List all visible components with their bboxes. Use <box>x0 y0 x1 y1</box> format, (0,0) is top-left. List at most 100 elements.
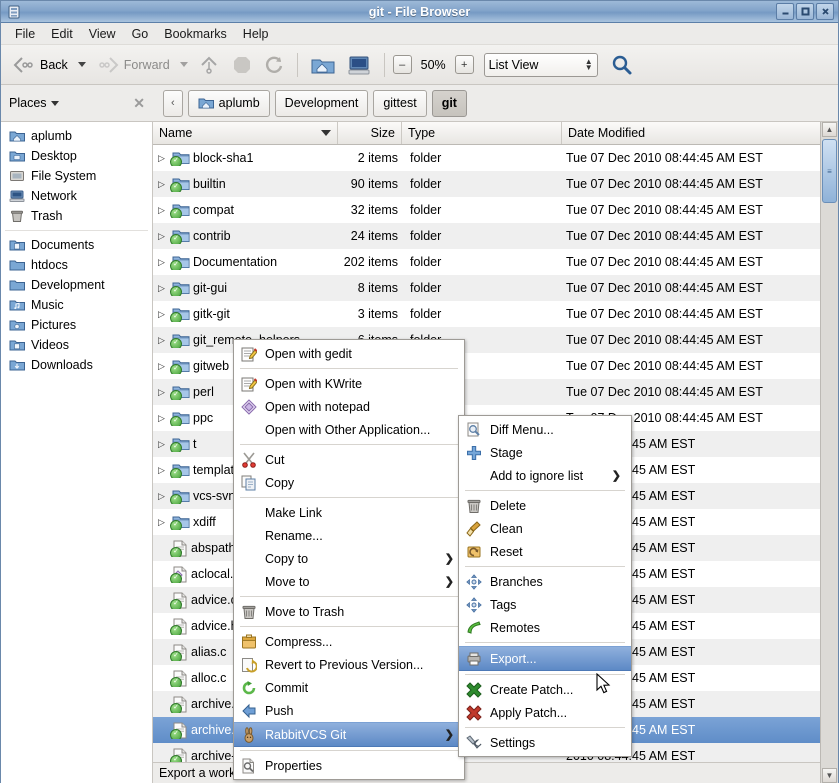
sidebar-item-music[interactable]: Music <box>1 295 152 315</box>
breadcrumb-item-development[interactable]: Development <box>274 89 369 117</box>
git-menu-item-branches[interactable]: Branches <box>459 570 631 593</box>
back-dropdown-icon[interactable] <box>77 62 86 67</box>
expand-triangle-icon[interactable]: ▷ <box>158 179 169 190</box>
menu-item-move-to-trash[interactable]: Move to Trash <box>234 600 464 623</box>
computer-button[interactable] <box>342 52 376 78</box>
forward-dropdown-icon[interactable] <box>179 62 188 67</box>
menu-view[interactable]: View <box>81 25 124 43</box>
menu-item-rabbitvcs-git[interactable]: RabbitVCS Git ❯ <box>234 722 464 747</box>
table-row[interactable]: ▷ ✓ gitk-git 3 items folder Tue 07 Dec 2010 0… <box>153 301 820 327</box>
breadcrumb-item-git[interactable]: git <box>431 89 467 117</box>
stop-button[interactable] <box>227 52 257 78</box>
menu-item-copy[interactable]: Copy <box>234 471 464 494</box>
sidebar-item-downloads[interactable]: Downloads <box>1 355 152 375</box>
menu-item-rename[interactable]: Rename... <box>234 524 464 547</box>
git-menu-item-delete[interactable]: Delete <box>459 494 631 517</box>
sidebar-item-pictures[interactable]: Pictures <box>1 315 152 335</box>
expand-triangle-icon[interactable]: ▷ <box>158 205 169 216</box>
git-menu-item-diff-menu[interactable]: Diff Menu... <box>459 418 631 441</box>
git-menu-item-tags[interactable]: Tags <box>459 593 631 616</box>
expand-triangle-icon[interactable]: ▷ <box>158 439 169 450</box>
scroll-down-button[interactable]: ▼ <box>822 768 837 783</box>
git-menu-item-remotes[interactable]: Remotes <box>459 616 631 639</box>
expand-triangle-icon[interactable]: ▷ <box>158 465 169 476</box>
menu-go[interactable]: Go <box>124 25 157 43</box>
git-menu-item-export[interactable]: Export... <box>459 646 631 671</box>
cell-name[interactable]: ▷ ✓ compat <box>153 202 338 218</box>
scroll-up-button[interactable]: ▲ <box>822 122 837 137</box>
cell-name[interactable]: ▷ ✓ gitk-git <box>153 306 338 322</box>
menu-item-move-to[interactable]: Move to ❯ <box>234 570 464 593</box>
column-header-size[interactable]: Size <box>338 122 402 144</box>
vertical-scrollbar[interactable]: ▲ ≡ ▼ <box>820 122 838 783</box>
table-row[interactable]: ▷ ✓ compat 32 items folder Tue 07 Dec 2010 08… <box>153 197 820 223</box>
expand-triangle-icon[interactable]: ▷ <box>158 491 169 502</box>
menu-file[interactable]: File <box>7 25 43 43</box>
menu-item-make-link[interactable]: Make Link <box>234 501 464 524</box>
cell-name[interactable]: ▷ ✓ builtin <box>153 176 338 192</box>
git-menu-item-add-to-ignore-list[interactable]: Add to ignore list ❯ <box>459 464 631 487</box>
git-menu-item-stage[interactable]: Stage <box>459 441 631 464</box>
breadcrumb-item-aplumb[interactable]: aplumb <box>187 89 270 117</box>
menu-item-copy-to[interactable]: Copy to ❯ <box>234 547 464 570</box>
forward-button[interactable]: Forward <box>91 52 175 78</box>
expand-triangle-icon[interactable]: ▷ <box>158 335 169 346</box>
menu-item-properties[interactable]: Properties <box>234 754 464 777</box>
sidebar-item-file-system[interactable]: File System <box>1 166 152 186</box>
cell-name[interactable]: ▷ ✓ Documentation <box>153 254 338 270</box>
expand-triangle-icon[interactable]: ▷ <box>158 361 169 372</box>
zoom-out-button[interactable]: – <box>392 55 412 74</box>
table-row[interactable]: ▷ ✓ block-sha1 2 items folder Tue 07 Dec 2010… <box>153 145 820 171</box>
menu-item-open-with-other-application[interactable]: Open with Other Application... <box>234 418 464 441</box>
reload-button[interactable] <box>259 52 289 78</box>
menu-item-commit[interactable]: Commit <box>234 676 464 699</box>
places-header[interactable]: Places ✕ <box>1 85 153 121</box>
menu-item-revert-to-previous-version[interactable]: Revert to Previous Version... <box>234 653 464 676</box>
table-row[interactable]: ▷ ✓ git-gui 8 items folder Tue 07 Dec 2010 08… <box>153 275 820 301</box>
git-menu-item-clean[interactable]: Clean <box>459 517 631 540</box>
menu-item-open-with-notepad[interactable]: Open with notepad <box>234 395 464 418</box>
menu-item-open-with-kwrite[interactable]: Open with KWrite <box>234 372 464 395</box>
sidebar-item-network[interactable]: Network <box>1 186 152 206</box>
close-button[interactable] <box>816 3 834 20</box>
menu-item-cut[interactable]: Cut <box>234 448 464 471</box>
cell-name[interactable]: ▷ ✓ git-gui <box>153 280 338 296</box>
expand-triangle-icon[interactable]: ▷ <box>158 231 169 242</box>
sidebar-item-documents[interactable]: Documents <box>1 235 152 255</box>
git-menu-item-reset[interactable]: Reset <box>459 540 631 563</box>
breadcrumb-back-button[interactable]: ‹ <box>163 89 183 117</box>
expand-triangle-icon[interactable]: ▷ <box>158 257 169 268</box>
table-row[interactable]: ▷ ✓ builtin 90 items folder Tue 07 Dec 2010 0… <box>153 171 820 197</box>
sidebar-item-aplumb[interactable]: aplumb <box>1 126 152 146</box>
expand-triangle-icon[interactable]: ▷ <box>158 283 169 294</box>
expand-triangle-icon[interactable]: ▷ <box>158 153 169 164</box>
menu-bookmarks[interactable]: Bookmarks <box>156 25 235 43</box>
menu-item-open-with-gedit[interactable]: Open with gedit <box>234 342 464 365</box>
column-header-type[interactable]: Type <box>402 122 562 144</box>
up-button[interactable] <box>193 51 225 79</box>
expand-triangle-icon[interactable]: ▷ <box>158 413 169 424</box>
sidebar-item-videos[interactable]: Videos <box>1 335 152 355</box>
search-button[interactable] <box>606 51 638 79</box>
table-row[interactable]: ▷ ✓ contrib 24 items folder Tue 07 Dec 2010 0… <box>153 223 820 249</box>
sidebar-item-development[interactable]: Development <box>1 275 152 295</box>
scrollbar-thumb[interactable]: ≡ <box>822 139 837 203</box>
expand-triangle-icon[interactable]: ▷ <box>158 309 169 320</box>
sidebar-item-trash[interactable]: Trash <box>1 206 152 226</box>
git-menu-item-apply-patch[interactable]: Apply Patch... <box>459 701 631 724</box>
sidebar-item-desktop[interactable]: Desktop <box>1 146 152 166</box>
cell-name[interactable]: ▷ ✓ contrib <box>153 228 338 244</box>
menu-edit[interactable]: Edit <box>43 25 81 43</box>
git-menu-item-settings[interactable]: Settings <box>459 731 631 754</box>
menu-help[interactable]: Help <box>235 25 277 43</box>
zoom-in-button[interactable]: + <box>454 55 474 74</box>
back-button[interactable]: Back <box>7 52 73 78</box>
home-button[interactable] <box>306 52 340 78</box>
cell-name[interactable]: ▷ ✓ block-sha1 <box>153 150 338 166</box>
menu-item-compress[interactable]: Compress... <box>234 630 464 653</box>
menu-item-push[interactable]: Push <box>234 699 464 722</box>
maximize-button[interactable] <box>796 3 814 20</box>
close-sidebar-icon[interactable]: ✕ <box>133 95 145 112</box>
expand-triangle-icon[interactable]: ▷ <box>158 517 169 528</box>
view-mode-select[interactable]: List View ▲ ▼ <box>483 52 598 77</box>
